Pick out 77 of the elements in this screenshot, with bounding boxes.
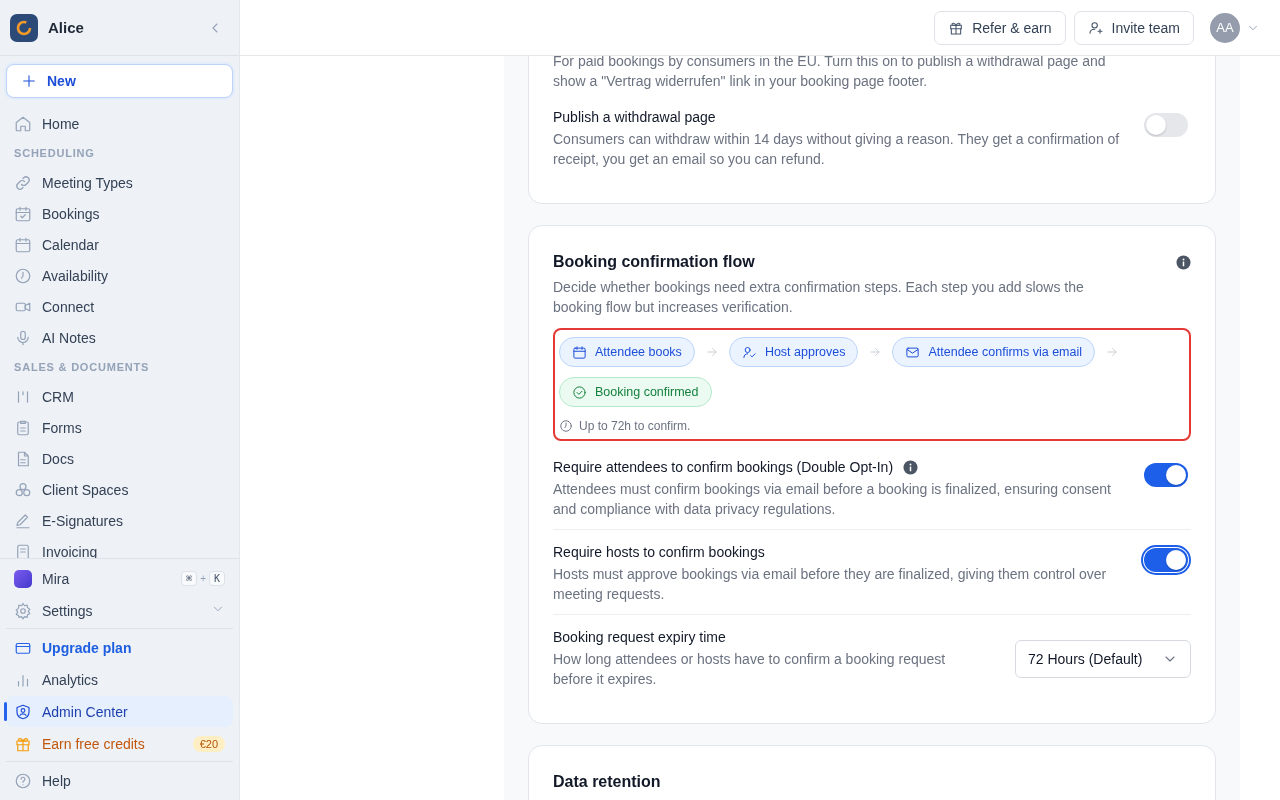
workspace-logo-icon: [10, 13, 38, 42]
sidebar-item[interactable]: Forms: [6, 412, 233, 443]
calendar-check-icon: [14, 204, 32, 223]
arrow-icon: [704, 345, 719, 359]
setting-title: Require attendees to confirm bookings (Double Opt-In): [553, 458, 894, 477]
help-icon: [14, 771, 32, 790]
flow-step: Booking confirmed: [559, 377, 712, 407]
sidebar-item[interactable]: Settings: [6, 595, 233, 626]
sidebar-item[interactable]: Mira ⌘ + K: [6, 563, 233, 594]
flow-step: Attendee books: [559, 337, 695, 367]
shield-user-icon: [14, 702, 32, 721]
link-icon: [14, 173, 32, 192]
calendar-icon: [14, 235, 32, 254]
microphone-icon: [14, 328, 32, 347]
sidebar-item[interactable]: Availability: [6, 260, 233, 291]
setting-description: Hosts must approve bookings via email before they are finalized, giving them control over meeting requests.: [553, 565, 1108, 604]
sidebar-item[interactable]: Client Spaces: [6, 474, 233, 505]
sidebar-item[interactable]: Meeting Types: [6, 167, 233, 198]
sidebar-item[interactable]: Connect: [6, 291, 233, 322]
receipt-icon: [14, 542, 32, 558]
card-description: Decide whether bookings need extra confirmation steps. Each step you add slows the booking flow but increases verification.: [553, 278, 1085, 317]
expiry-select[interactable]: 72 Hours (Default): [1015, 640, 1191, 678]
flow-step: Host approves: [728, 337, 859, 367]
plus-sign: +: [200, 573, 206, 584]
refer-button[interactable]: Refer & earn: [934, 10, 1066, 45]
invite-button[interactable]: Invite team: [1073, 10, 1194, 45]
info-icon: [903, 459, 919, 475]
clock-icon: [559, 419, 573, 433]
user-check-icon: [741, 344, 757, 360]
user-plus-icon: [1087, 19, 1104, 36]
info-icon: [1176, 254, 1191, 270]
toggle-switch[interactable]: [1144, 113, 1188, 137]
setting-description: Attendees must confirm bookings via email before a booking is finalized, ensuring consent and compliance with data privacy regulations.: [553, 480, 1112, 519]
sidebar-item[interactable]: E-Signatures: [6, 505, 233, 536]
sidebar-item[interactable]: Docs: [6, 443, 233, 474]
card-title: Booking confirmation flow: [553, 253, 755, 271]
clipboard-icon: [14, 418, 32, 437]
mail-icon: [905, 344, 921, 360]
sidebar-item[interactable]: Upgrade plan: [6, 632, 233, 663]
section-label: SALES & DOCUMENTS: [13, 360, 151, 375]
sidebar-item[interactable]: Analytics: [6, 664, 233, 695]
pen-icon: [14, 511, 32, 530]
credit-badge: €20: [192, 735, 225, 752]
plus-icon: [21, 73, 37, 89]
calendar-icon: [572, 344, 587, 360]
sidebar-item[interactable]: Earn free credits €20: [6, 728, 233, 759]
home-icon: [14, 114, 32, 133]
setting-title: Require hosts to confirm bookings: [553, 543, 765, 562]
circles-icon: [14, 480, 32, 499]
check-circle-icon: [572, 384, 587, 400]
setting-title: Booking request expiry time: [553, 628, 726, 647]
flow-note: Up to 72h to confirm.: [579, 419, 691, 433]
sidebar-item[interactable]: Admin Center: [6, 696, 233, 727]
toggle-switch[interactable]: [1144, 548, 1188, 572]
sidebar-item[interactable]: Help: [6, 765, 233, 796]
key-cap: ⌘: [181, 571, 198, 586]
sidebar-item[interactable]: Bookings: [6, 198, 233, 229]
sidebar-item[interactable]: CRM: [6, 381, 233, 412]
workspace-name: Alice: [48, 19, 85, 36]
setting-description: How long attendees or hosts have to confirm a booking request before it expires.: [553, 650, 947, 689]
arrow-icon: [1105, 345, 1120, 359]
section-label: SCHEDULING: [13, 146, 96, 161]
clock-icon: [14, 266, 32, 285]
app-logo-icon: [14, 569, 32, 588]
flow-step: Attendee confirms via email: [892, 337, 1096, 367]
arrow-icon: [868, 345, 883, 359]
key-cap: K: [208, 571, 225, 586]
toggle-switch[interactable]: [1144, 463, 1188, 487]
new-button[interactable]: New: [6, 64, 233, 98]
sidebar-item[interactable]: AI Notes: [6, 322, 233, 353]
setting-title: Publish a withdrawal page: [553, 108, 716, 127]
sidebar-item[interactable]: Home: [6, 108, 233, 139]
card-description: For paid bookings by consumers in the EU. Turn this on to publish a withdrawal page and show a "Vertrag widerrufen" link in your booking page footer.: [553, 56, 1107, 91]
sidebar-item[interactable]: Calendar: [6, 229, 233, 260]
setting-description: Consumers can withdraw within 14 days without giving a reason. They get a confirmation of receipt, you get an email so you can refund.: [553, 130, 1121, 169]
card-title: Data retention: [553, 773, 661, 791]
settings-icon: [14, 601, 32, 620]
